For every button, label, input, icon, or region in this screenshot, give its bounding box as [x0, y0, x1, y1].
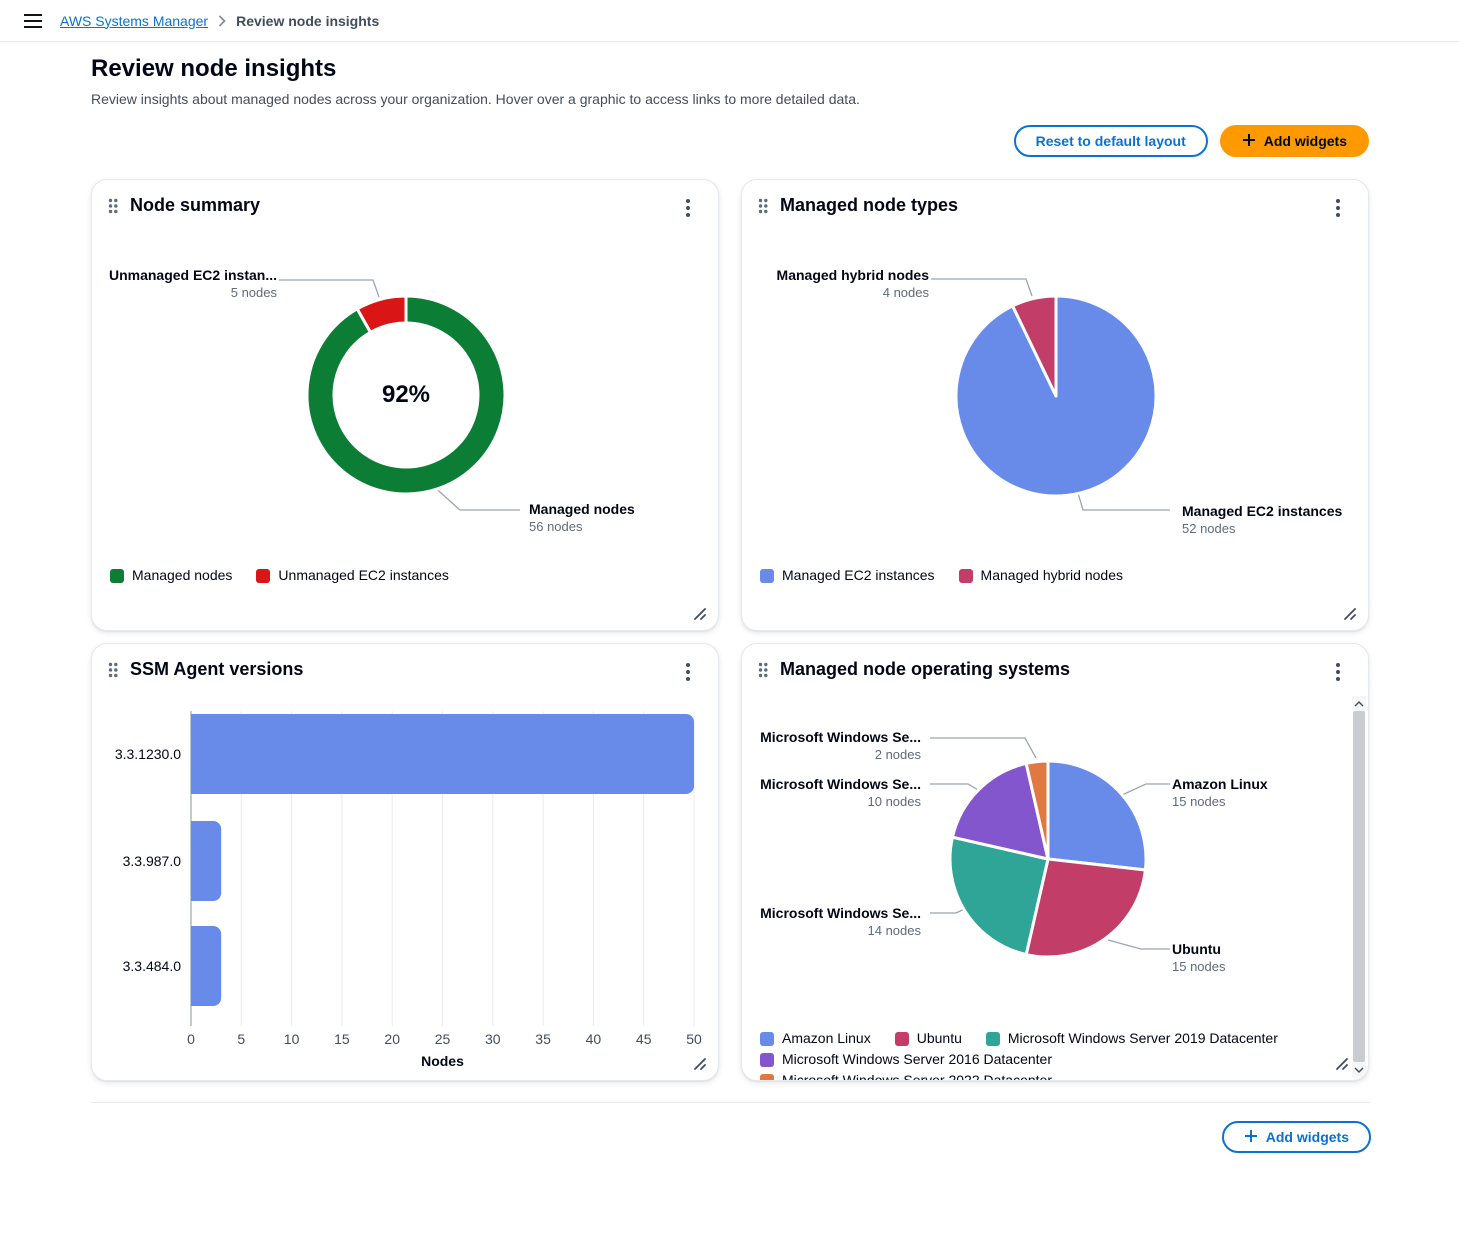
- legend-item-windows-2019[interactable]: Microsoft Windows Server 2019 Datacenter: [986, 1029, 1278, 1048]
- legend-item-managed-nodes[interactable]: Managed nodes: [110, 566, 232, 585]
- scrollbar-up-icon[interactable]: [1352, 696, 1366, 711]
- callout-managed-nodes: Managed nodes 56 nodes: [529, 500, 635, 536]
- managed-node-types-pie-chart[interactable]: [742, 180, 1369, 631]
- widget-managed-node-types: Managed node types Managed hybrid nodes …: [741, 179, 1369, 631]
- add-widgets-bottom-button[interactable]: Add widgets: [1222, 1121, 1371, 1153]
- svg-text:3.3.987.0: 3.3.987.0: [123, 853, 182, 869]
- svg-text:Nodes: Nodes: [421, 1053, 464, 1069]
- top-navigation-bar: AWS Systems Manager Review node insights: [0, 0, 1459, 42]
- widget-managed-node-operating-systems: Managed node operating systems Microsoft…: [741, 643, 1369, 1081]
- callout-windows-2019: Microsoft Windows Se... 14 nodes: [760, 904, 921, 940]
- breadcrumb-current: Review node insights: [236, 13, 379, 29]
- svg-text:3.3.1230.0: 3.3.1230.0: [115, 746, 181, 762]
- widget-node-summary: Node summary 92% Unmanaged EC2 instan...…: [91, 179, 719, 631]
- callout-amazon-linux: Amazon Linux 15 nodes: [1172, 775, 1268, 811]
- resize-handle-icon[interactable]: [692, 1056, 708, 1072]
- legend-item-windows-2022[interactable]: Microsoft Windows Server 2022 Datacenter: [760, 1071, 1052, 1081]
- widget-ssm-agent-versions: SSM Agent versions 051015202530354045503…: [91, 643, 719, 1081]
- scrollbar-thumb[interactable]: [1353, 711, 1365, 1062]
- plus-icon: [1244, 1129, 1258, 1146]
- legend-item-windows-2016[interactable]: Microsoft Windows Server 2016 Datacenter: [760, 1050, 1052, 1069]
- legend-item-hybrid[interactable]: Managed hybrid nodes: [959, 566, 1123, 585]
- svg-text:25: 25: [435, 1031, 451, 1047]
- reset-layout-button[interactable]: Reset to default layout: [1014, 125, 1208, 157]
- svg-text:50: 50: [686, 1031, 702, 1047]
- svg-text:20: 20: [384, 1031, 400, 1047]
- managed-node-os-pie-chart[interactable]: [742, 644, 1369, 1081]
- svg-text:40: 40: [586, 1031, 602, 1047]
- chart-legend: Managed EC2 instances Managed hybrid nod…: [760, 566, 1123, 585]
- svg-text:30: 30: [485, 1031, 501, 1047]
- legend-item-ubuntu[interactable]: Ubuntu: [895, 1029, 962, 1048]
- ssm-agent-versions-bar-chart[interactable]: 0 5 10 15 20 25 30 35 40 45 50 3.3.1230.0 3.3.987.0 3…: [92, 644, 719, 1081]
- callout-hybrid-nodes: Managed hybrid nodes 4 nodes: [777, 266, 929, 302]
- callout-ec2-instances: Managed EC2 instances 52 nodes: [1182, 502, 1342, 538]
- legend-item-unmanaged-ec2[interactable]: Unmanaged EC2 instances: [256, 566, 448, 585]
- add-widgets-button[interactable]: Add widgets: [1220, 125, 1369, 157]
- breadcrumb-link-systems-manager[interactable]: AWS Systems Manager: [60, 13, 208, 29]
- chart-legend: Managed nodes Unmanaged EC2 instances: [110, 566, 449, 585]
- svg-text:10: 10: [284, 1031, 300, 1047]
- footer-divider: [91, 1102, 1370, 1103]
- callout-windows-2016: Microsoft Windows Se... 10 nodes: [760, 775, 921, 811]
- widget-scrollbar[interactable]: [1352, 696, 1366, 1077]
- page-title: Review node insights: [91, 55, 336, 83]
- resize-handle-icon[interactable]: [1342, 606, 1358, 622]
- donut-center-value: 92%: [382, 381, 430, 409]
- hamburger-menu-icon[interactable]: [24, 14, 42, 28]
- callout-unmanaged-ec2: Unmanaged EC2 instan... 5 nodes: [109, 266, 277, 302]
- scrollbar-down-icon[interactable]: [1352, 1062, 1366, 1077]
- svg-text:0: 0: [187, 1031, 195, 1047]
- breadcrumb-chevron-icon: [218, 15, 226, 27]
- callout-windows-2022: Microsoft Windows Se... 2 nodes: [760, 728, 921, 764]
- resize-handle-icon[interactable]: [692, 606, 708, 622]
- review-node-insights-page: AWS Systems Manager Review node insights…: [0, 0, 1459, 1243]
- page-description: Review insights about managed nodes acro…: [91, 91, 860, 107]
- svg-text:45: 45: [636, 1031, 652, 1047]
- legend-item-amazon-linux[interactable]: Amazon Linux: [760, 1029, 871, 1048]
- svg-text:15: 15: [334, 1031, 350, 1047]
- svg-text:5: 5: [237, 1031, 245, 1047]
- svg-text:35: 35: [535, 1031, 551, 1047]
- legend-item-managed-ec2[interactable]: Managed EC2 instances: [760, 566, 935, 585]
- plus-icon: [1242, 133, 1256, 150]
- callout-ubuntu: Ubuntu 15 nodes: [1172, 940, 1226, 976]
- chart-legend: Amazon Linux Ubuntu Microsoft Windows Se…: [760, 1029, 1340, 1081]
- header-actions: Reset to default layout Add widgets: [1014, 125, 1369, 157]
- svg-text:3.3.484.0: 3.3.484.0: [123, 958, 182, 974]
- resize-handle-icon[interactable]: [1334, 1056, 1350, 1072]
